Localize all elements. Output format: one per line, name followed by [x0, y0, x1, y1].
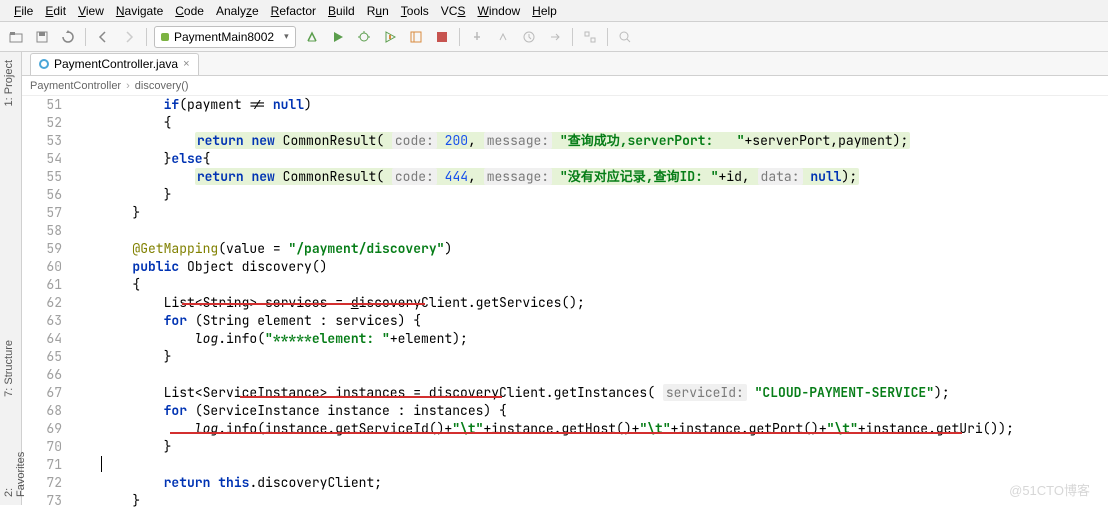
- annotation-underline: [240, 396, 502, 398]
- refresh-icon[interactable]: [56, 25, 80, 49]
- profile-icon[interactable]: [404, 25, 428, 49]
- menu-file[interactable]: File: [8, 2, 39, 20]
- search-icon[interactable]: [613, 25, 637, 49]
- menu-edit[interactable]: Edit: [39, 2, 72, 20]
- stop-icon[interactable]: [430, 25, 454, 49]
- menu-code[interactable]: Code: [169, 2, 210, 20]
- breadcrumb-method[interactable]: discovery(): [135, 80, 189, 92]
- menu-analyze[interactable]: Analyze: [210, 2, 265, 20]
- structure-tool-tab[interactable]: 7: Structure: [0, 332, 18, 405]
- project-tool-tab[interactable]: 1: Project: [0, 52, 18, 114]
- breadcrumb: PaymentController › discovery(): [0, 76, 1108, 96]
- structure-icon[interactable]: [578, 25, 602, 49]
- menu-view[interactable]: View: [72, 2, 110, 20]
- breadcrumb-separator: ›: [126, 80, 130, 92]
- tool-window-bar: 1: Project 7: Structure 2: Favorites: [0, 52, 22, 505]
- menu-vcs[interactable]: VCS: [435, 2, 472, 20]
- build-icon[interactable]: [300, 25, 324, 49]
- menu-run[interactable]: Run: [361, 2, 395, 20]
- git-commit-icon[interactable]: [491, 25, 515, 49]
- breadcrumb-class[interactable]: PaymentController: [30, 80, 121, 92]
- git-update-icon[interactable]: [465, 25, 489, 49]
- menu-bar: File Edit View Navigate Code Analyze Ref…: [0, 0, 1108, 22]
- menu-help[interactable]: Help: [526, 2, 563, 20]
- toolbar: PaymentMain8002 ▾: [0, 22, 1108, 52]
- menu-window[interactable]: Window: [471, 2, 526, 20]
- back-icon[interactable]: [91, 25, 115, 49]
- code-editor[interactable]: 5152535455565758596061626364656667686970…: [30, 96, 1108, 505]
- watermark: @51CTO博客: [1009, 480, 1090, 499]
- open-icon[interactable]: [4, 25, 28, 49]
- config-icon: [161, 33, 169, 41]
- chevron-down-icon: ▾: [284, 31, 289, 42]
- git-history-icon[interactable]: [517, 25, 541, 49]
- text-cursor: [101, 456, 102, 472]
- run-config-label: PaymentMain8002: [174, 30, 274, 44]
- coverage-icon[interactable]: [378, 25, 402, 49]
- favorites-tool-tab[interactable]: 2: Favorites: [0, 432, 30, 505]
- java-class-icon: [39, 59, 49, 69]
- close-icon[interactable]: ×: [183, 58, 189, 70]
- menu-build[interactable]: Build: [322, 2, 361, 20]
- tab-label: PaymentController.java: [54, 57, 178, 71]
- forward-icon[interactable]: [117, 25, 141, 49]
- code-area[interactable]: if(payment != null) { return new CommonR…: [70, 96, 1108, 505]
- debug-icon[interactable]: [352, 25, 376, 49]
- menu-navigate[interactable]: Navigate: [110, 2, 169, 20]
- editor-tabs: PaymentController.java ×: [0, 52, 1108, 76]
- menu-tools[interactable]: Tools: [395, 2, 435, 20]
- annotation-underline: [182, 303, 425, 305]
- save-icon[interactable]: [30, 25, 54, 49]
- menu-refactor[interactable]: Refactor: [265, 2, 322, 20]
- editor-tab[interactable]: PaymentController.java ×: [30, 53, 199, 75]
- line-gutter: 5152535455565758596061626364656667686970…: [30, 96, 70, 505]
- git-revert-icon[interactable]: [543, 25, 567, 49]
- run-icon[interactable]: [326, 25, 350, 49]
- annotation-underline: [170, 432, 962, 434]
- run-config-selector[interactable]: PaymentMain8002 ▾: [154, 26, 296, 48]
